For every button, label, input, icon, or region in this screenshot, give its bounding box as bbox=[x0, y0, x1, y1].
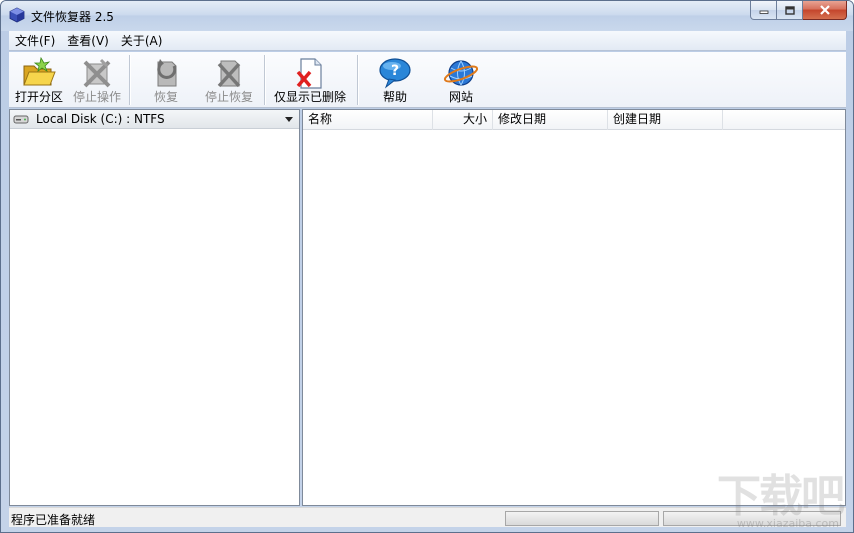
folder-open-icon bbox=[23, 56, 56, 86]
toolbar-separator bbox=[129, 55, 131, 105]
minimize-button[interactable] bbox=[750, 1, 777, 20]
watermark-url: www.xiazaiba.com bbox=[736, 517, 839, 530]
maximize-icon bbox=[784, 5, 795, 15]
open-partition-button[interactable]: 打开分区 bbox=[11, 54, 67, 106]
deleted-file-icon bbox=[296, 58, 322, 89]
toolbar-separator bbox=[357, 55, 359, 105]
file-list-pane[interactable]: 名称 大小 修改日期 创建日期 bbox=[302, 109, 846, 506]
toolbar: 打开分区 停止操作 恢复 停止恢复 仅显示已删除 ? 帮助 网站 bbox=[9, 52, 846, 108]
column-header-name[interactable]: 名称 bbox=[303, 110, 433, 130]
help-label: 帮助 bbox=[382, 90, 407, 104]
hard-drive-icon bbox=[13, 115, 29, 124]
restore-icon bbox=[157, 59, 177, 87]
stop-restore-label: 停止恢复 bbox=[204, 90, 253, 104]
website-globe-icon bbox=[443, 60, 479, 86]
maximize-button[interactable] bbox=[777, 1, 803, 20]
stop-restore-button[interactable]: 停止恢复 bbox=[199, 54, 259, 106]
website-label: 网站 bbox=[448, 90, 473, 104]
show-deleted-only-button[interactable]: 仅显示已删除 bbox=[271, 54, 349, 106]
minimize-icon bbox=[759, 10, 768, 14]
status-panel-progress bbox=[505, 511, 659, 526]
column-header-filler bbox=[723, 110, 845, 130]
stop-operation-icon bbox=[83, 58, 111, 88]
svg-text:?: ? bbox=[391, 63, 399, 79]
column-header-size[interactable]: 大小 bbox=[433, 110, 493, 130]
open-partition-label: 打开分区 bbox=[14, 90, 63, 104]
menu-about[interactable]: 关于(A) bbox=[115, 31, 169, 51]
chevron-down-icon[interactable] bbox=[285, 117, 293, 122]
drive-selected: Local Disk (C:) : NTFS bbox=[36, 112, 165, 126]
column-header-created[interactable]: 创建日期 bbox=[608, 110, 723, 130]
menu-file[interactable]: 文件(F) bbox=[9, 31, 61, 51]
website-button[interactable]: 网站 bbox=[435, 54, 487, 106]
partition-tree-pane[interactable]: Local Disk (C:) : NTFS bbox=[9, 109, 300, 506]
stop-restore-icon bbox=[217, 60, 241, 88]
status-text: 程序已准备就绪 bbox=[11, 513, 96, 527]
menu-bar: 文件(F) 查看(V) 关于(A) bbox=[9, 31, 846, 51]
close-button[interactable] bbox=[803, 1, 847, 20]
menu-view[interactable]: 查看(V) bbox=[61, 31, 115, 51]
show-deleted-only-label: 仅显示已删除 bbox=[273, 90, 346, 104]
stop-operation-label: 停止操作 bbox=[72, 90, 121, 104]
close-icon bbox=[819, 5, 830, 15]
app-window: 文件恢复器 2.5 文件(F) 查看(V) 关于(A) 打开分区 停止操作 恢复… bbox=[0, 0, 854, 533]
title-bar[interactable]: 文件恢复器 2.5 bbox=[1, 1, 853, 31]
window-title: 文件恢复器 2.5 bbox=[31, 10, 114, 24]
column-header-modified[interactable]: 修改日期 bbox=[493, 110, 608, 130]
watermark-logo: 下载吧 bbox=[717, 471, 845, 522]
toolbar-separator bbox=[264, 55, 266, 105]
stop-operation-button[interactable]: 停止操作 bbox=[69, 54, 125, 106]
help-icon: ? bbox=[379, 58, 411, 89]
help-button[interactable]: ? 帮助 bbox=[369, 54, 421, 106]
drive-selector[interactable]: Local Disk (C:) : NTFS bbox=[10, 110, 299, 129]
restore-button[interactable]: 恢复 bbox=[139, 54, 193, 106]
restore-label: 恢复 bbox=[153, 90, 178, 104]
file-list-header: 名称 大小 修改日期 创建日期 bbox=[303, 110, 845, 130]
app-cube-icon bbox=[9, 7, 25, 23]
